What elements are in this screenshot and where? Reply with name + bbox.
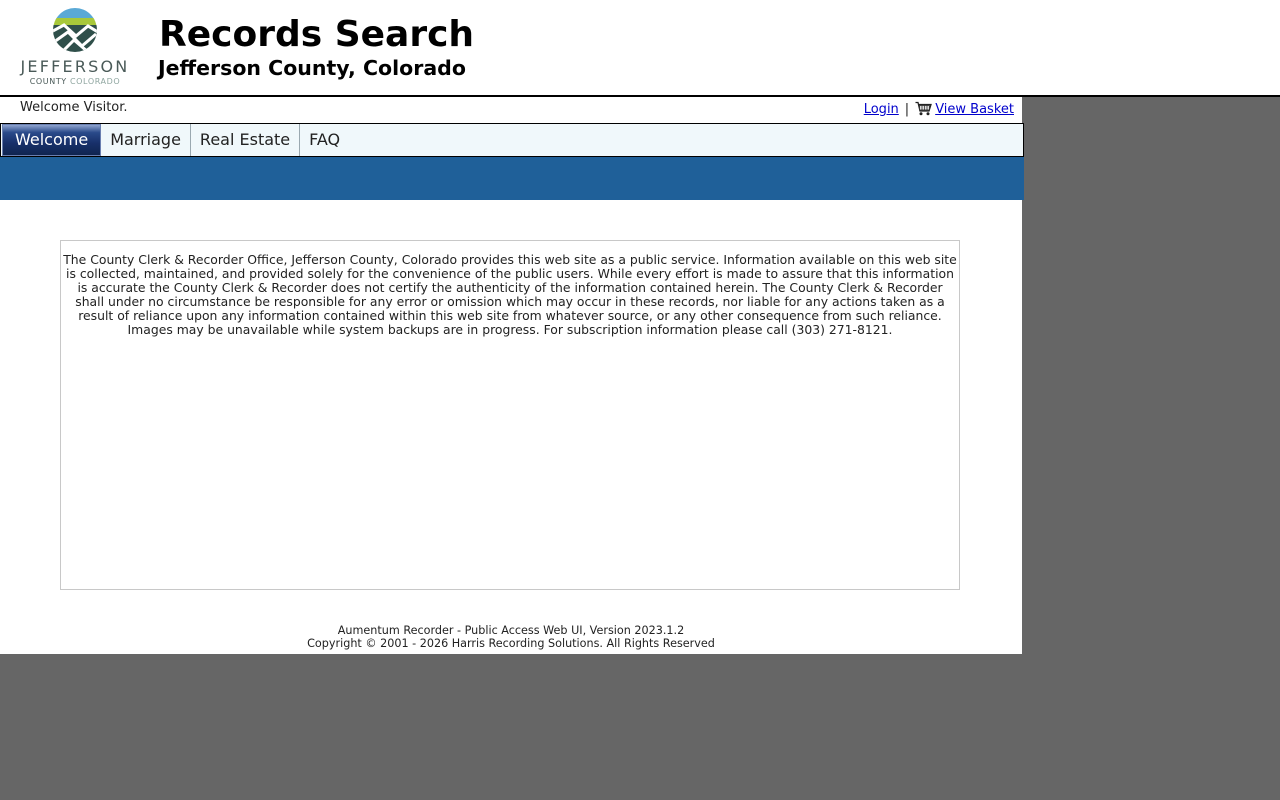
shopping-cart-icon[interactable] bbox=[915, 101, 933, 120]
logo-wordmark: JEFFERSON bbox=[20, 57, 130, 76]
tab-marriage[interactable]: Marriage bbox=[101, 124, 191, 156]
logo-sub-state: COLORADO bbox=[69, 77, 121, 86]
page-footer: Aumentum Recorder - Public Access Web UI… bbox=[0, 624, 1022, 650]
page-subtitle: Jefferson County, Colorado bbox=[158, 56, 466, 80]
footer-copyright: Copyright © 2001 - 2026 Harris Recording… bbox=[307, 637, 715, 650]
tab-faq[interactable]: FAQ bbox=[300, 124, 349, 156]
nav-tabs: Welcome Marriage Real Estate FAQ bbox=[0, 123, 1024, 157]
page-header: JEFFERSON COUNTY COLORADO Records Search… bbox=[0, 0, 1280, 97]
view-basket-link[interactable]: View Basket bbox=[935, 102, 1014, 117]
tab-real-estate[interactable]: Real Estate bbox=[191, 124, 301, 156]
disclaimer-box: The County Clerk & Recorder Office, Jeff… bbox=[60, 240, 960, 590]
link-separator: | bbox=[904, 102, 910, 117]
blue-banner bbox=[0, 157, 1024, 200]
tab-welcome[interactable]: Welcome bbox=[2, 124, 102, 156]
login-link[interactable]: Login bbox=[864, 102, 899, 117]
page-title: Records Search bbox=[159, 14, 475, 55]
logo-emblem-icon bbox=[53, 8, 97, 52]
jefferson-county-logo: JEFFERSON COUNTY COLORADO bbox=[6, 6, 144, 90]
user-links: Login | View Basket bbox=[864, 101, 1014, 120]
logo-sub-county: COUNTY bbox=[29, 77, 67, 86]
logo-subtext: COUNTY COLORADO bbox=[6, 77, 144, 86]
user-bar: Welcome Visitor. Login | View Basket bbox=[0, 97, 1024, 123]
welcome-message: Welcome Visitor. bbox=[20, 100, 128, 115]
disclaimer-text: The County Clerk & Recorder Office, Jeff… bbox=[63, 252, 957, 337]
footer-version: Aumentum Recorder - Public Access Web UI… bbox=[337, 624, 685, 637]
main-content: Welcome Visitor. Login | View Basket Welc… bbox=[0, 97, 1024, 654]
